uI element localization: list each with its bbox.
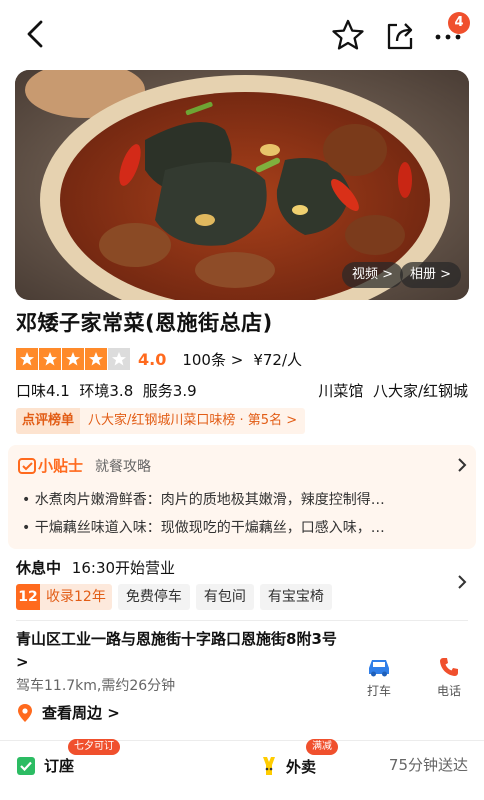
star-2-icon <box>39 348 61 370</box>
star-3-icon <box>62 348 84 370</box>
dish-photo[interactable]: 视频 > 相册 > <box>15 70 469 300</box>
years-listed-badge: 12 收录12年 <box>16 584 112 610</box>
facility-chip-parking: 免费停车 <box>117 584 190 610</box>
taxi-icon <box>369 660 389 677</box>
phone-icon <box>440 658 458 676</box>
divider <box>16 620 468 621</box>
taxi-label: 打车 <box>366 684 391 698</box>
ranking-text: 八大家/红钢城川菜口味榜 · 第5名 > <box>80 408 306 434</box>
tips-title: 小贴士 <box>38 457 84 475</box>
view-nearby-label: 查看周边 > <box>42 704 120 722</box>
reserve-promo-tag: 七夕可订 <box>68 739 120 755</box>
rating-row: 4.0 100条 > ¥72/人 <box>16 347 302 371</box>
tips-subtitle: 就餐攻略 <box>95 458 152 475</box>
address-link[interactable]: 青山区工业一路与恩施街十字路口恩施街8附3号 > <box>16 628 346 674</box>
facility-chip-baby-chair: 有宝宝椅 <box>259 584 332 610</box>
share-icon[interactable] <box>383 18 417 52</box>
star-icon[interactable] <box>331 18 365 52</box>
takeout-icon <box>263 757 275 775</box>
tips-header: 小贴士 就餐攻略 <box>18 455 151 476</box>
tip-item: • 干煸藕丝味道入味：现做现吃的干煸藕丝，口感入味，… <box>22 520 385 536</box>
phone-label: 电话 <box>436 684 461 698</box>
star-5-icon <box>108 348 130 370</box>
hours-text: 16:30开始营业 <box>71 559 176 577</box>
facility-badges: 12 收录12年 免费停车 有包间 有宝宝椅 <box>16 584 332 610</box>
taxi-button[interactable]: 打车 <box>354 656 404 699</box>
top-nav-bar: 4 <box>0 0 484 70</box>
dish-image <box>15 70 469 300</box>
tips-badge-icon <box>18 457 36 474</box>
facility-chip-private-room: 有包间 <box>195 584 254 610</box>
takeout-button[interactable]: 外卖 <box>260 755 316 777</box>
chevron-right-icon <box>458 458 467 472</box>
subscores: 口味4.1 环境3.8 服务3.9 <box>16 382 197 400</box>
tip-item: • 水煮肉片嫩滑鲜香：肉片的质地极其嫩滑，辣度控制得… <box>22 492 385 508</box>
reserve-check-icon <box>17 756 35 775</box>
rating-score: 4.0 <box>138 349 167 369</box>
ranking-tag: 点评榜单 <box>16 408 81 434</box>
star-4-icon <box>85 348 107 370</box>
star-rating <box>16 348 130 370</box>
years-text: 收录12年 <box>40 584 112 610</box>
category-location[interactable]: 川菜馆 八大家/红钢城 <box>318 380 468 401</box>
location-pin-icon <box>18 703 32 722</box>
star-1-icon <box>16 348 38 370</box>
notification-badge: 4 <box>448 12 470 34</box>
hours-status: 休息中 <box>16 559 62 577</box>
takeout-label: 外卖 <box>286 757 317 776</box>
opening-hours[interactable]: 休息中 16:30开始营业 <box>16 557 175 578</box>
delivery-time: 75分钟送达 <box>388 756 468 774</box>
view-nearby-link[interactable]: 查看周边 > <box>16 702 120 723</box>
reserve-label: 订座 <box>44 757 75 775</box>
shop-title: 邓矮子家常菜(恩施街总店) <box>16 311 273 335</box>
bottom-action-bar: 订座 七夕可订 外卖 满减 75分钟送达 <box>0 739 484 800</box>
phone-button[interactable]: 电话 <box>424 656 474 699</box>
tips-card[interactable]: 小贴士 就餐攻略 • 水煮肉片嫩滑鲜香：肉片的质地极其嫩滑，辣度控制得… • 干… <box>8 445 476 549</box>
review-count-link[interactable]: 100条 > <box>182 349 243 370</box>
ranking-banner[interactable]: 点评榜单 八大家/红钢城川菜口味榜 · 第5名 > <box>16 408 306 434</box>
reserve-button[interactable]: 订座 <box>16 755 74 776</box>
drive-info: 驾车11.7km,需约26分钟 <box>16 678 176 694</box>
average-price: ¥72/人 <box>253 350 302 369</box>
subscore-row: 口味4.1 环境3.8 服务3.9 川菜馆 八大家/红钢城 <box>16 380 468 401</box>
years-number: 12 <box>16 584 40 610</box>
takeout-promo-tag: 满减 <box>306 739 338 755</box>
video-button[interactable]: 视频 > <box>342 262 404 288</box>
back-arrow-icon[interactable] <box>20 18 52 50</box>
album-button[interactable]: 相册 > <box>400 262 462 288</box>
chevron-right-icon[interactable] <box>456 574 468 590</box>
